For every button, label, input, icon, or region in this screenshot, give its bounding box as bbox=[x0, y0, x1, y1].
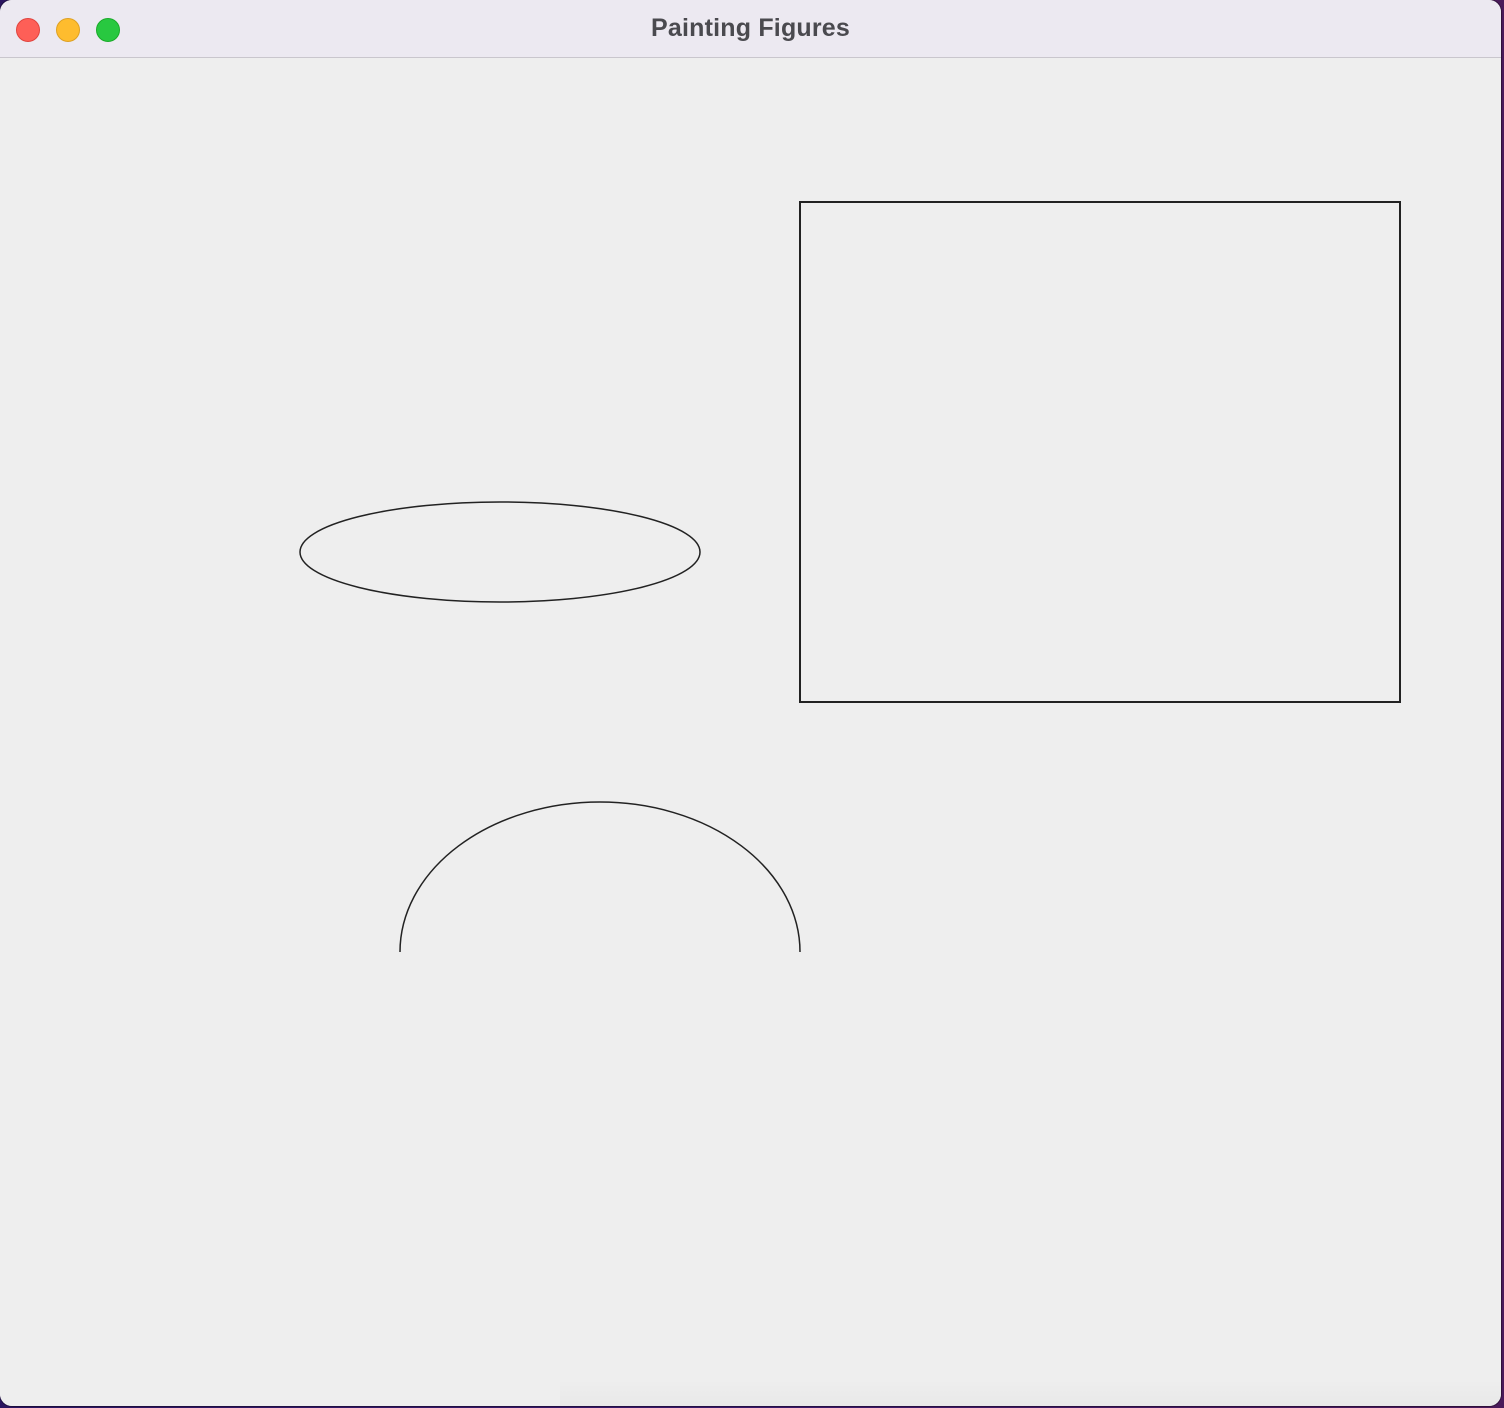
ellipse-figure bbox=[299, 501, 701, 603]
title-bar[interactable]: Painting Figures bbox=[0, 0, 1501, 58]
rectangle-figure bbox=[799, 201, 1401, 703]
app-window: Painting Figures bbox=[0, 0, 1501, 1406]
drawing-canvas bbox=[0, 59, 1501, 1406]
figures-svg bbox=[299, 201, 1401, 953]
arc-figure bbox=[399, 801, 801, 953]
window-title: Painting Figures bbox=[650, 14, 851, 42]
desktop: Painting Figures bbox=[0, 0, 1504, 1408]
